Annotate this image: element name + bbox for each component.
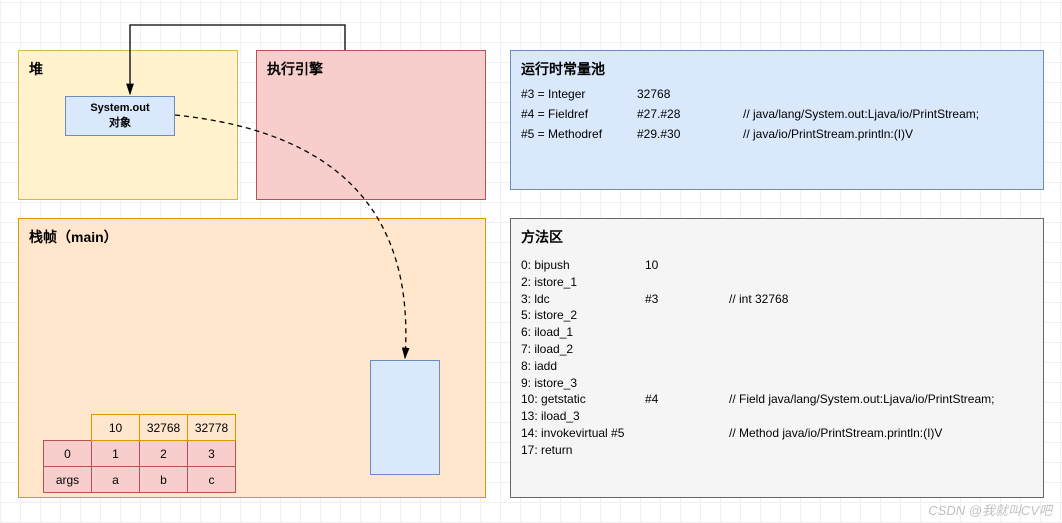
system-out-object: System.out 对象 [65, 96, 175, 136]
bytecode-cell: 8: iadd [521, 358, 641, 375]
engine-title: 执行引擎 [267, 59, 475, 79]
bytecode-row: 6: iload_1 [521, 324, 1033, 341]
bytecode-cell: 9: istore_3 [521, 375, 641, 392]
var-index: 3 [188, 441, 236, 467]
sysout-line2: 对象 [66, 114, 174, 130]
bytecode-cell [729, 442, 1033, 459]
bytecode-cell [645, 358, 725, 375]
bytecode-cell [645, 341, 725, 358]
bytecode-cell: 10 [645, 257, 725, 274]
cp-ref: 32768 [637, 87, 737, 101]
bytecode-cell: 10: getstatic [521, 391, 641, 408]
var-name: args [44, 467, 92, 493]
var-name: c [188, 467, 236, 493]
cp-id: #4 = Fieldref [521, 107, 631, 121]
bytecode-list: 0: bipush102: istore_13: ldc#3// int 327… [521, 257, 1033, 459]
bytecode-cell [645, 408, 725, 425]
local-vars-table: 10 32768 32778 0 1 2 3 args a b c [43, 414, 236, 493]
bytecode-row: 5: istore_2 [521, 307, 1033, 324]
bytecode-cell: // Field java/lang/System.out:Ljava/io/P… [729, 391, 1033, 408]
var-value: 32768 [140, 415, 188, 441]
sysout-line1: System.out [66, 102, 174, 114]
constpool-row: #4 = Fieldref #27.#28 // java/lang/Syste… [521, 107, 1033, 121]
var-index: 1 [92, 441, 140, 467]
cp-comment: // java/lang/System.out:Ljava/io/PrintSt… [743, 107, 1033, 121]
operand-stack [370, 360, 440, 475]
var-index: 0 [44, 441, 92, 467]
constpool-row: #5 = Methodref #29.#30 // java/io/PrintS… [521, 127, 1033, 141]
cp-id: #5 = Methodref [521, 127, 631, 141]
bytecode-row: 8: iadd [521, 358, 1033, 375]
cp-comment [743, 87, 1033, 101]
bytecode-cell [645, 324, 725, 341]
bytecode-row: 10: getstatic#4// Field java/lang/System… [521, 391, 1033, 408]
bytecode-cell: 14: invokevirtual #5 [521, 425, 641, 442]
bytecode-cell [729, 274, 1033, 291]
bytecode-cell: #3 [645, 291, 725, 308]
bytecode-cell [729, 408, 1033, 425]
bytecode-cell [729, 324, 1033, 341]
var-name: b [140, 467, 188, 493]
bytecode-cell: 6: iload_1 [521, 324, 641, 341]
bytecode-cell: 3: ldc [521, 291, 641, 308]
bytecode-row: 9: istore_3 [521, 375, 1033, 392]
var-index: 2 [140, 441, 188, 467]
bytecode-cell: #4 [645, 391, 725, 408]
bytecode-row: 14: invokevirtual #5 // Method java/io/Pr… [521, 425, 1033, 442]
frame-title: 栈帧（main） [29, 227, 475, 247]
bytecode-cell [645, 307, 725, 324]
heap-title: 堆 [29, 59, 227, 79]
bytecode-row: 17: return [521, 442, 1033, 459]
bytecode-row: 0: bipush10 [521, 257, 1033, 274]
constant-pool-panel: 运行时常量池 #3 = Integer 32768 #4 = Fieldref … [510, 50, 1044, 190]
bytecode-cell: // int 32768 [729, 291, 1033, 308]
bytecode-row: 7: iload_2 [521, 341, 1033, 358]
engine-panel: 执行引擎 [256, 50, 486, 200]
bytecode-cell [645, 375, 725, 392]
bytecode-cell [729, 358, 1033, 375]
watermark: CSDN @我就叫CV吧 [928, 500, 1052, 519]
bytecode-cell: 7: iload_2 [521, 341, 641, 358]
methodarea-title: 方法区 [521, 227, 1033, 247]
cp-ref: #29.#30 [637, 127, 737, 141]
var-value: 32778 [188, 415, 236, 441]
bytecode-cell [729, 375, 1033, 392]
bytecode-cell [645, 425, 725, 442]
bytecode-row: 13: iload_3 [521, 408, 1033, 425]
bytecode-cell: 2: istore_1 [521, 274, 641, 291]
bytecode-cell [645, 442, 725, 459]
bytecode-cell [729, 341, 1033, 358]
bytecode-cell [729, 257, 1033, 274]
method-area-panel: 方法区 0: bipush102: istore_13: ldc#3// int… [510, 218, 1044, 498]
constpool-row: #3 = Integer 32768 [521, 87, 1033, 101]
cp-ref: #27.#28 [637, 107, 737, 121]
constpool-title: 运行时常量池 [521, 59, 1033, 79]
bytecode-cell [645, 274, 725, 291]
cp-comment: // java/io/PrintStream.println:(I)V [743, 127, 1033, 141]
cp-id: #3 = Integer [521, 87, 631, 101]
var-name: a [92, 467, 140, 493]
bytecode-row: 2: istore_1 [521, 274, 1033, 291]
bytecode-cell: 17: return [521, 442, 641, 459]
bytecode-row: 3: ldc#3// int 32768 [521, 291, 1033, 308]
bytecode-cell: 5: istore_2 [521, 307, 641, 324]
var-value: 10 [92, 415, 140, 441]
bytecode-cell: 13: iload_3 [521, 408, 641, 425]
bytecode-cell: 0: bipush [521, 257, 641, 274]
bytecode-cell: // Method java/io/PrintStream.println:(I… [729, 425, 1033, 442]
bytecode-cell [729, 307, 1033, 324]
